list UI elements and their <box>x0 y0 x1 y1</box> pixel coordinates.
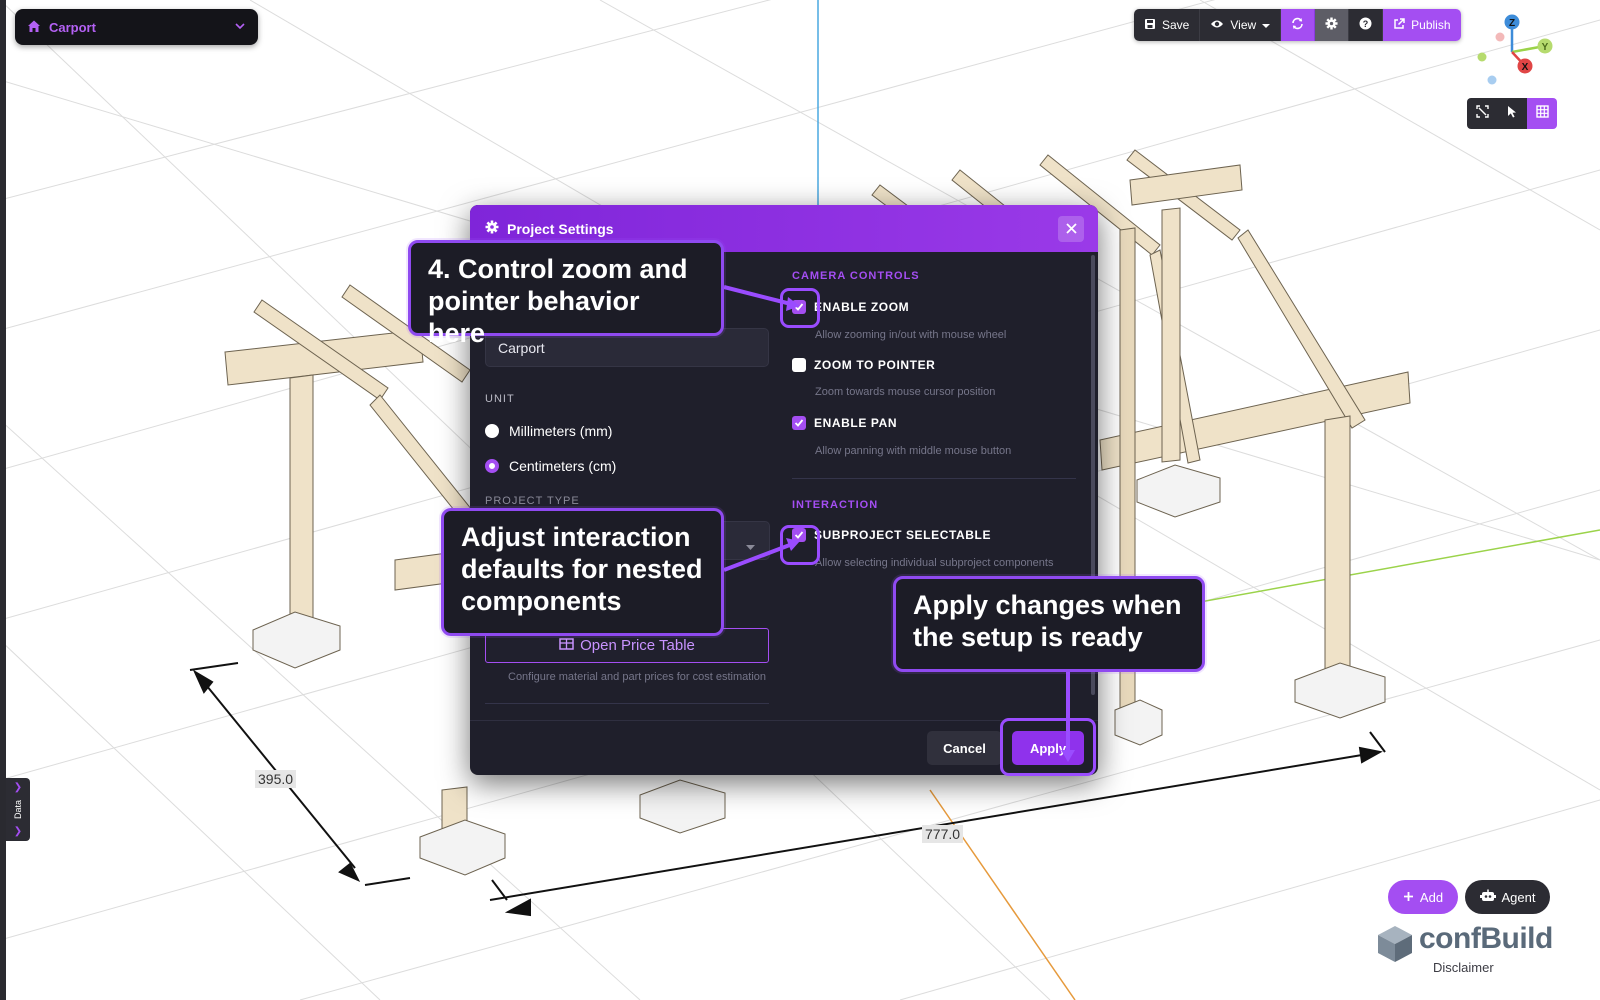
unit-option-cm[interactable]: Centimeters (cm) <box>485 458 616 474</box>
cancel-button[interactable]: Cancel <box>927 731 1002 765</box>
publish-button[interactable]: Publish <box>1383 9 1461 41</box>
publish-label: Publish <box>1411 18 1451 32</box>
settings-button[interactable] <box>1315 9 1350 41</box>
chevron-right-icon: ❯ <box>13 782 23 793</box>
width-dimension-label: 777.0 <box>922 825 964 843</box>
highlight-ring-interaction <box>780 525 820 565</box>
subproject-selectable-option[interactable]: SUBPROJECT SELECTABLE <box>792 528 991 542</box>
option-label: ZOOM TO POINTER <box>814 358 936 372</box>
select-mode-button[interactable] <box>1497 98 1527 129</box>
axis-gizmo[interactable]: Z Y X <box>1470 10 1560 95</box>
unit-option-label: Centimeters (cm) <box>509 458 617 474</box>
unit-option-label: Millimeters (mm) <box>509 423 613 439</box>
radio-mm[interactable] <box>485 424 499 438</box>
chevron-down-icon <box>234 20 246 35</box>
option-label: ENABLE PAN <box>814 416 898 430</box>
zoom-to-pointer-option[interactable]: ZOOM TO POINTER <box>792 358 935 372</box>
svg-text:Y: Y <box>1542 42 1549 53</box>
brand-footer: confBuild Disclaimer <box>1375 920 1555 980</box>
plus-icon <box>1403 890 1414 905</box>
camera-controls-title: CAMERA CONTROLS <box>792 270 920 282</box>
brand-name: confBuild <box>1419 922 1553 955</box>
refresh-icon <box>1291 17 1304 33</box>
price-description: Configure material and part prices for c… <box>508 671 767 683</box>
grid-icon <box>1535 104 1549 123</box>
cursor-icon <box>1506 105 1518 123</box>
agent-label: Agent <box>1501 889 1536 905</box>
depth-dimension-label: 395.0 <box>255 770 297 788</box>
caret-down-icon <box>746 538 755 556</box>
eye-icon <box>1210 18 1224 33</box>
refresh-button[interactable] <box>1281 9 1316 41</box>
option-description: Allow selecting individual subproject co… <box>815 557 1054 569</box>
caret-down-icon <box>1262 18 1271 32</box>
table-icon <box>559 637 574 654</box>
data-side-tab[interactable]: ❯ Data ❯ <box>6 778 30 841</box>
section-divider <box>792 478 1076 479</box>
callout-apply: Apply changes when the setup is ready <box>893 576 1205 672</box>
view-label: View <box>1230 18 1257 32</box>
project-selector[interactable]: Carport <box>15 9 258 45</box>
help-icon: ? <box>1359 17 1372 33</box>
svg-text:?: ? <box>1363 19 1369 29</box>
option-description: Allow panning with middle mouse button <box>815 445 1012 457</box>
option-label: ENABLE ZOOM <box>814 300 910 314</box>
agent-button[interactable]: Agent <box>1465 880 1550 914</box>
view-dropdown-button[interactable]: View <box>1200 9 1282 41</box>
cube-logo-icon <box>1378 926 1412 962</box>
grid-mode-button[interactable] <box>1527 98 1557 129</box>
data-tab-label: Data <box>13 799 23 819</box>
close-icon <box>1065 221 1077 237</box>
add-button[interactable]: Add <box>1388 880 1458 914</box>
interaction-title: INTERACTION <box>792 499 879 511</box>
svg-text:Z: Z <box>1509 18 1515 29</box>
robot-icon <box>1479 889 1496 905</box>
chevron-right-icon: ❯ <box>13 825 23 837</box>
option-description: Allow zooming in/out with mouse wheel <box>815 329 1007 341</box>
unit-option-mm[interactable]: Millimeters (mm) <box>485 423 612 439</box>
save-icon <box>1144 18 1156 33</box>
modal-title: Project Settings <box>507 220 614 237</box>
callout-interaction: Adjust interaction defaults for nested c… <box>441 508 724 636</box>
zoom-to-pointer-checkbox[interactable] <box>792 358 806 372</box>
top-toolbar: Save View ? Publish <box>1134 9 1461 41</box>
gear-icon <box>1325 17 1338 33</box>
option-description: Zoom towards mouse cursor position <box>815 386 996 398</box>
radio-cm[interactable] <box>485 459 499 473</box>
close-button[interactable] <box>1058 216 1084 242</box>
view-mode-toolbar <box>1467 98 1557 129</box>
enable-pan-option[interactable]: ENABLE PAN <box>792 416 897 430</box>
focus-icon <box>1475 104 1489 123</box>
section-divider <box>485 703 769 704</box>
enable-pan-checkbox[interactable] <box>792 416 806 430</box>
project-name-value: Carport <box>498 339 545 356</box>
save-button[interactable]: Save <box>1134 9 1201 41</box>
disclaimer-link[interactable]: Disclaimer <box>1433 960 1494 975</box>
left-edge-bar <box>0 0 6 1000</box>
external-link-icon <box>1393 17 1405 33</box>
svg-text:X: X <box>1522 62 1529 73</box>
project-type-select[interactable] <box>720 521 770 560</box>
save-label: Save <box>1162 18 1190 32</box>
help-button[interactable]: ? <box>1349 9 1384 41</box>
project-type-label: PROJECT TYPE <box>485 495 580 507</box>
highlight-ring-apply <box>1000 718 1096 776</box>
focus-mode-button[interactable] <box>1467 98 1497 129</box>
option-label: SUBPROJECT SELECTABLE <box>814 528 992 542</box>
highlight-ring-zoom <box>780 288 820 328</box>
callout-zoom: 4. Control zoom and pointer behavior her… <box>408 240 724 348</box>
unit-label: UNIT <box>485 393 515 405</box>
add-label: Add <box>1419 889 1444 905</box>
price-button-label: Open Price Table <box>580 637 695 654</box>
gear-icon <box>485 220 499 237</box>
project-selector-label: Carport <box>49 19 96 35</box>
home-icon <box>27 19 41 36</box>
